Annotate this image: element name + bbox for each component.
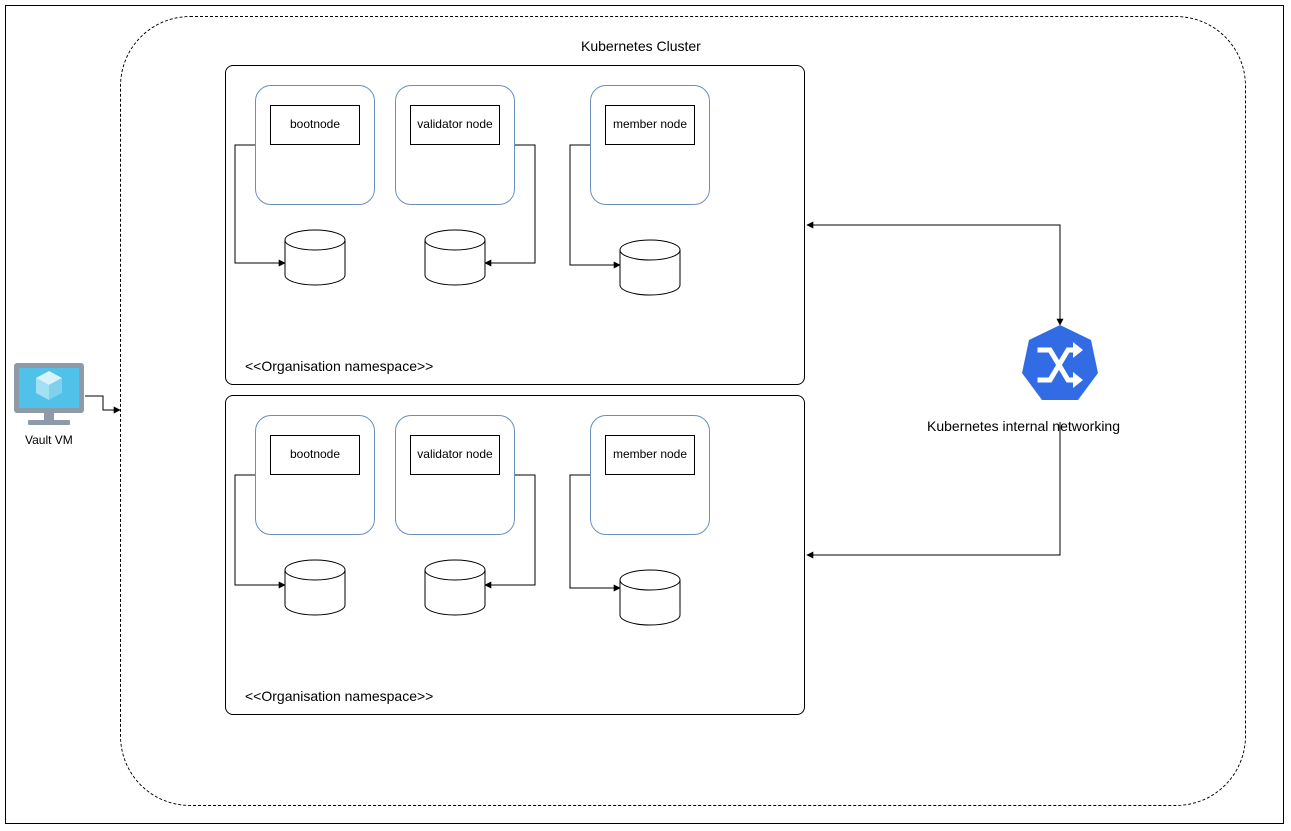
validator-storage-connector-1 bbox=[484, 144, 536, 267]
kubernetes-network-icon bbox=[1022, 325, 1098, 400]
network-connector-2 bbox=[806, 422, 1061, 559]
bootnode-storage-cylinder-1 bbox=[284, 229, 346, 286]
bootnode-storage-cylinder-2 bbox=[284, 559, 346, 616]
validator-storage-cylinder-2 bbox=[424, 559, 486, 616]
member-storage-cylinder-1 bbox=[619, 239, 681, 296]
network-connector-1 bbox=[806, 221, 1064, 326]
member-storage-connector-2 bbox=[569, 474, 621, 592]
validator-storage-cylinder-1 bbox=[424, 229, 486, 286]
bootnode-storage-connector-2 bbox=[234, 474, 286, 589]
member-storage-cylinder-2 bbox=[619, 569, 681, 626]
vault-connector bbox=[85, 395, 121, 414]
validator-storage-connector-2 bbox=[484, 474, 536, 589]
bootnode-storage-connector-1 bbox=[234, 144, 286, 267]
diagram-canvas bbox=[14, 144, 1098, 626]
member-storage-connector-1 bbox=[569, 144, 621, 269]
virtual-machine-icon bbox=[14, 363, 84, 425]
